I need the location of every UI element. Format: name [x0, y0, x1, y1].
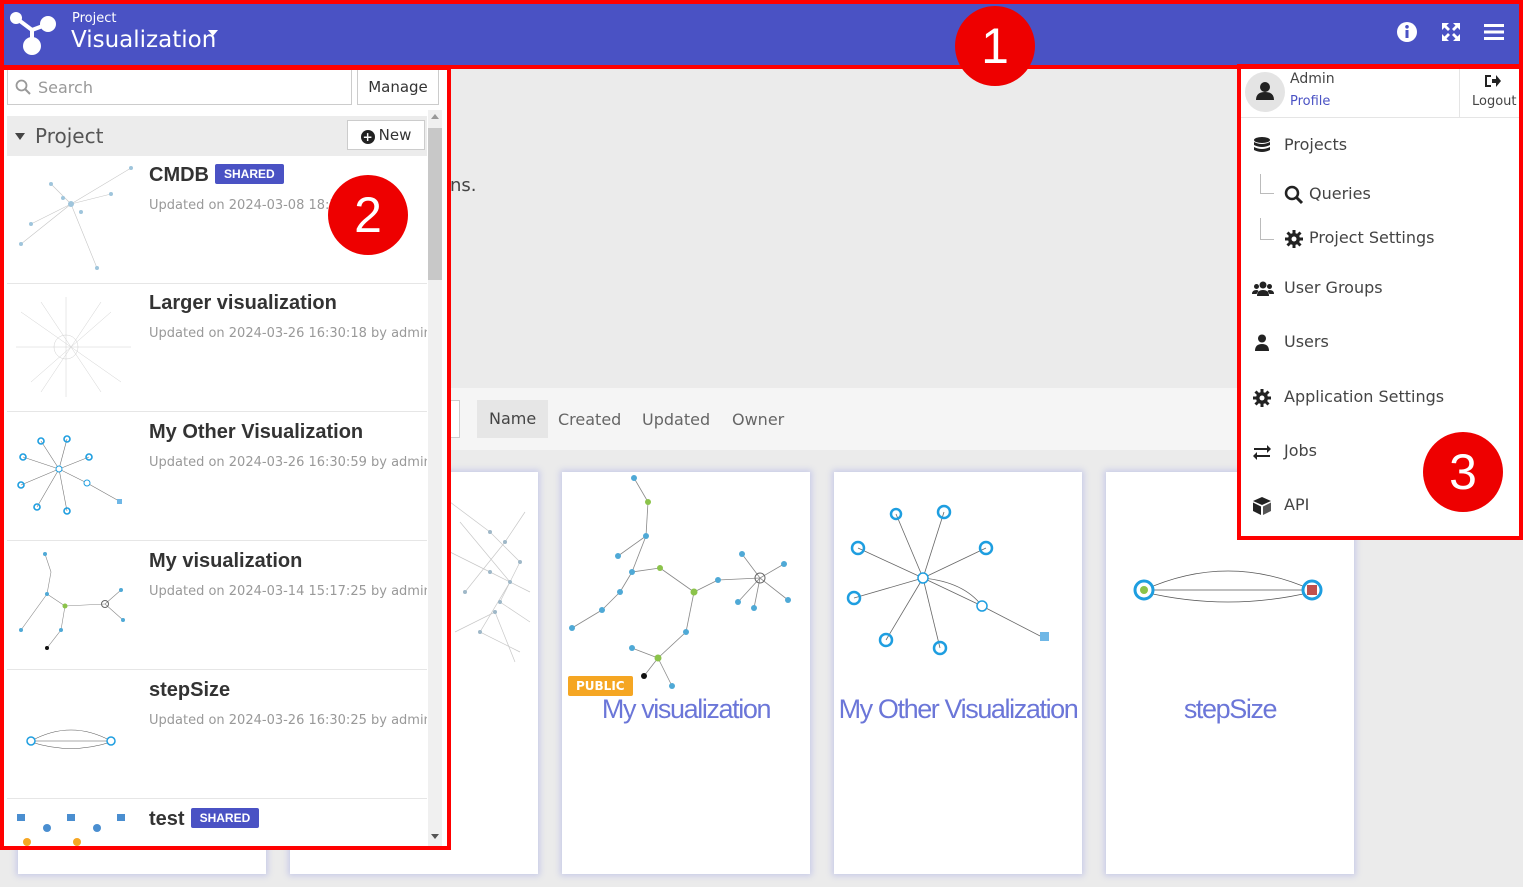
- visualization-card-my-other-visualization[interactable]: My Other Visualization: [834, 472, 1082, 874]
- card-title[interactable]: My visualization: [562, 694, 810, 725]
- sort-updated-tab[interactable]: Updated: [642, 410, 710, 429]
- annotation-marker-2: 2: [328, 175, 408, 255]
- search-filter-input[interactable]: [450, 400, 460, 438]
- annotation-marker-1: 1: [955, 6, 1035, 86]
- sort-owner-tab[interactable]: Owner: [732, 410, 784, 429]
- annotation-frame-1: [0, 0, 1523, 69]
- annotation-marker-3: 3: [1423, 432, 1503, 512]
- graph-thumbnail: [846, 504, 1049, 656]
- sort-name-tab[interactable]: Name: [477, 400, 549, 438]
- intro-text: ns.: [450, 175, 477, 196]
- public-badge: PUBLIC: [568, 676, 633, 696]
- app-window: Project Visualization ns. Name Created U…: [0, 0, 1523, 887]
- visualization-card-my-visualization[interactable]: PUBLIC My visualization: [562, 472, 810, 874]
- sort-bar: Name Created Updated Owner: [448, 388, 1248, 450]
- graph-thumbnail: [569, 475, 791, 689]
- sort-created-tab[interactable]: Created: [558, 410, 621, 429]
- card-title[interactable]: My Other Visualization: [834, 694, 1082, 725]
- card-title[interactable]: stepSize: [1106, 694, 1354, 725]
